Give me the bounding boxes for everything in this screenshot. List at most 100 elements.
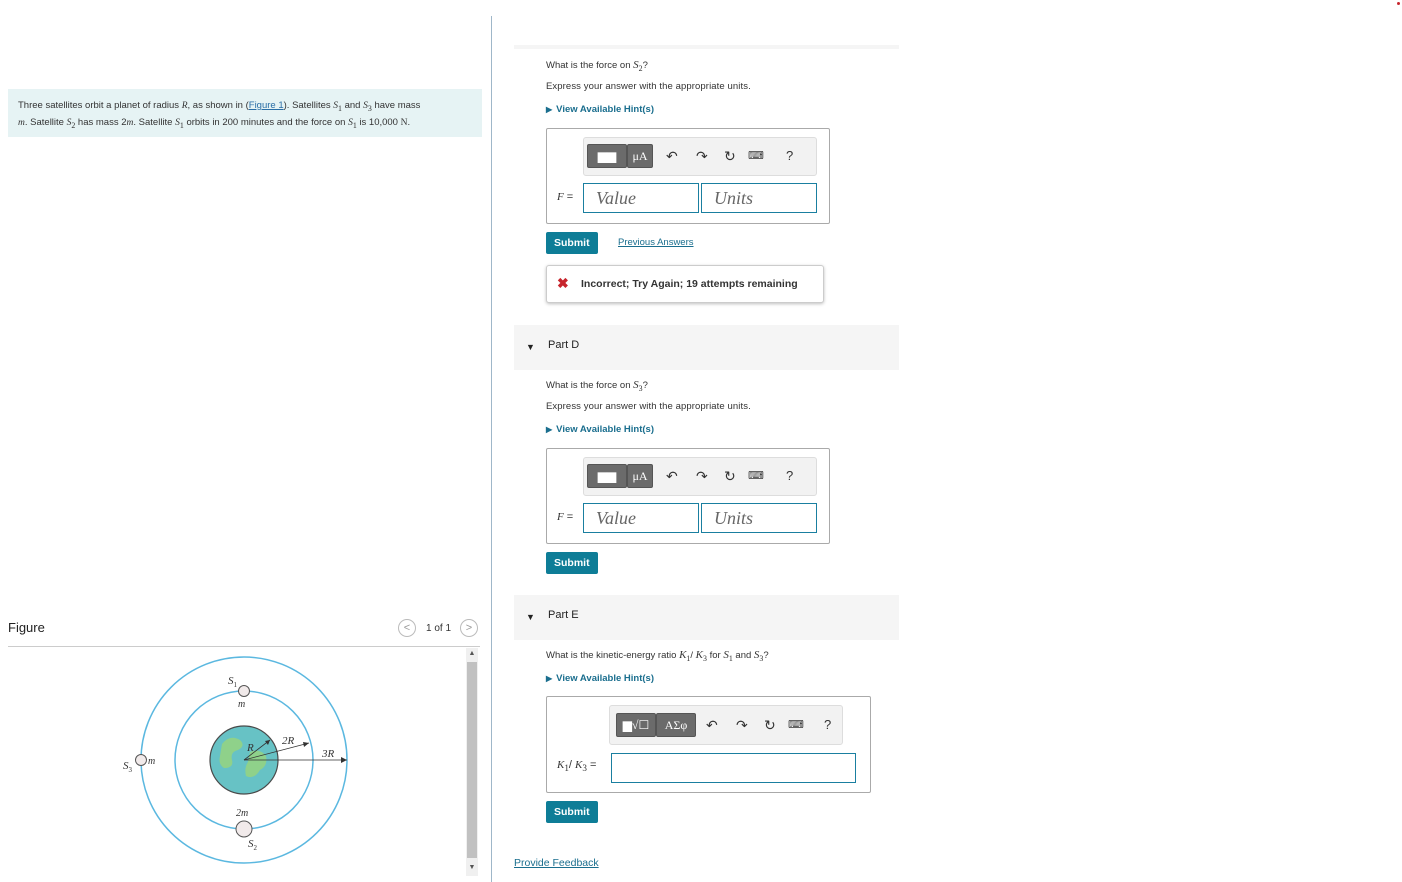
label-s3: S3 xyxy=(123,760,133,774)
figure-title: Figure xyxy=(8,620,45,635)
undo-icon[interactable]: ↶ xyxy=(706,716,718,734)
arrowhead xyxy=(303,742,309,747)
label-m-left: m xyxy=(148,756,155,767)
problem-text: . xyxy=(407,116,411,128)
redo-icon[interactable]: ↷ xyxy=(736,716,748,734)
var-m: m xyxy=(18,117,25,128)
scroll-up-icon[interactable]: ▲ xyxy=(466,648,478,660)
value-field[interactable] xyxy=(583,503,699,533)
problem-text: Three satellites orbit a planet of radiu… xyxy=(18,100,182,111)
label-R: R xyxy=(246,742,254,754)
problem-text: . Satellite xyxy=(133,116,176,128)
units-field[interactable] xyxy=(701,183,817,213)
greek-button[interactable]: ΑΣφ xyxy=(656,713,696,737)
problem-statement: Three satellites orbit a planet of radiu… xyxy=(8,89,482,137)
units-input[interactable] xyxy=(702,504,816,532)
part-d-header[interactable]: ▼ Part D xyxy=(514,325,899,370)
status-dot xyxy=(1397,2,1400,5)
answer-box-e: ▆√☐ ΑΣφ ↶ ↷ ↻ ⌨ ? K1/ K3 = xyxy=(546,696,871,793)
view-hints-link[interactable]: ▶ View Available Hint(s) xyxy=(546,673,654,684)
help-icon[interactable]: ? xyxy=(786,147,793,165)
problem-text: . Satellite xyxy=(24,116,67,128)
part-e-header[interactable]: ▼ Part E xyxy=(514,595,899,640)
feedback-text: Incorrect; Try Again; 19 attempts remain… xyxy=(581,278,798,290)
chevron-left-icon[interactable]: < xyxy=(398,619,416,637)
answer-box-c: ▆▆ μA ↶ ↷ ↻ ⌨ ? F = xyxy=(546,128,830,224)
question-e: What is the kinetic-energy ratio K1/ K3 … xyxy=(546,649,769,663)
label-2R: 2R xyxy=(282,735,295,747)
part-e-label: Part E xyxy=(548,609,579,621)
problem-text: have mass xyxy=(371,100,421,111)
help-icon[interactable]: ? xyxy=(824,716,831,734)
label-s2: S2 xyxy=(248,838,258,852)
problem-text: and xyxy=(341,100,364,111)
caret-right-icon: ▶ xyxy=(546,105,553,114)
view-hints-link[interactable]: ▶ View Available Hint(s) xyxy=(546,424,654,435)
satellite-s3 xyxy=(135,754,147,766)
help-icon[interactable]: ? xyxy=(786,467,793,485)
caret-right-icon: ▶ xyxy=(546,425,553,434)
keyboard-icon[interactable]: ⌨ xyxy=(748,147,764,165)
template-icon[interactable]: ▆▆ xyxy=(587,144,627,168)
part-header-strip xyxy=(514,45,899,49)
field-label-F: F = xyxy=(557,511,574,523)
keyboard-icon[interactable]: ⌨ xyxy=(788,716,804,734)
provide-feedback-link[interactable]: Provide Feedback xyxy=(514,857,599,869)
view-hints-link[interactable]: ▶ View Available Hint(s) xyxy=(546,104,654,115)
ratio-input[interactable] xyxy=(612,754,855,782)
question-c: What is the force on S2? xyxy=(546,59,648,73)
caret-down-icon: ▼ xyxy=(526,342,535,352)
problem-text: is 10,000 xyxy=(356,116,401,128)
undo-icon[interactable]: ↶ xyxy=(666,147,678,165)
figure-count: 1 of 1 xyxy=(426,623,452,634)
express-instructions: Express your answer with the appropriate… xyxy=(546,401,751,412)
caret-down-icon: ▼ xyxy=(526,612,535,622)
redo-icon[interactable]: ↷ xyxy=(696,147,708,165)
template-icon[interactable]: ▆▆ xyxy=(587,464,627,488)
question-d: What is the force on S3? xyxy=(546,379,648,393)
mu-units-button[interactable]: μA xyxy=(627,144,653,168)
figure-diagram: S1 m S3 m 2m S2 R 2R 3R xyxy=(123,656,348,864)
figure-link[interactable]: Figure 1 xyxy=(249,100,284,111)
reset-icon[interactable]: ↻ xyxy=(724,147,736,165)
scroll-thumb[interactable] xyxy=(467,662,477,858)
ratio-field[interactable] xyxy=(611,753,856,783)
label-3R: 3R xyxy=(321,748,335,760)
mu-units-button[interactable]: μA xyxy=(627,464,653,488)
scroll-down-icon[interactable]: ▼ xyxy=(466,862,478,874)
value-field[interactable] xyxy=(583,183,699,213)
undo-icon[interactable]: ↶ xyxy=(666,467,678,485)
value-input[interactable] xyxy=(584,504,698,532)
submit-button-e[interactable]: Submit xyxy=(546,801,598,823)
keyboard-icon[interactable]: ⌨ xyxy=(748,467,764,485)
chevron-right-icon[interactable]: > xyxy=(460,619,478,637)
redo-icon[interactable]: ↷ xyxy=(696,467,708,485)
previous-answers-link[interactable]: Previous Answers xyxy=(618,237,694,248)
math-toolbar: ▆√☐ ΑΣφ ↶ ↷ ↻ ⌨ ? xyxy=(609,705,843,745)
column-divider xyxy=(491,16,492,882)
figure-scrollbar[interactable]: ▲ ▼ xyxy=(466,648,478,876)
field-label-F: F = xyxy=(557,191,574,203)
satellite-s1 xyxy=(238,685,250,697)
problem-text: has mass 2 xyxy=(75,116,127,128)
submit-button-d[interactable]: Submit xyxy=(546,552,598,574)
reset-icon[interactable]: ↻ xyxy=(724,467,736,485)
field-label-ratio: K1/ K3 = xyxy=(557,759,597,774)
units-field[interactable] xyxy=(701,503,817,533)
label-s1: S1 xyxy=(228,675,238,689)
label-m-top: m xyxy=(238,699,245,710)
satellite-s2 xyxy=(235,820,253,838)
problem-text: , as shown in ( xyxy=(187,100,249,111)
math-toolbar: ▆▆ μA ↶ ↷ ↻ ⌨ ? xyxy=(583,457,817,496)
arrowhead xyxy=(341,757,347,763)
reset-icon[interactable]: ↻ xyxy=(764,716,776,734)
submit-button-c[interactable]: Submit xyxy=(546,232,598,254)
error-icon: ✖ xyxy=(557,275,569,291)
template-icon[interactable]: ▆√☐ xyxy=(616,713,656,737)
label-2m: 2m xyxy=(236,808,248,819)
answer-box-d: ▆▆ μA ↶ ↷ ↻ ⌨ ? F = xyxy=(546,448,830,544)
value-input[interactable] xyxy=(584,184,698,212)
express-instructions: Express your answer with the appropriate… xyxy=(546,81,751,92)
math-toolbar: ▆▆ μA ↶ ↷ ↻ ⌨ ? xyxy=(583,137,817,176)
units-input[interactable] xyxy=(702,184,816,212)
